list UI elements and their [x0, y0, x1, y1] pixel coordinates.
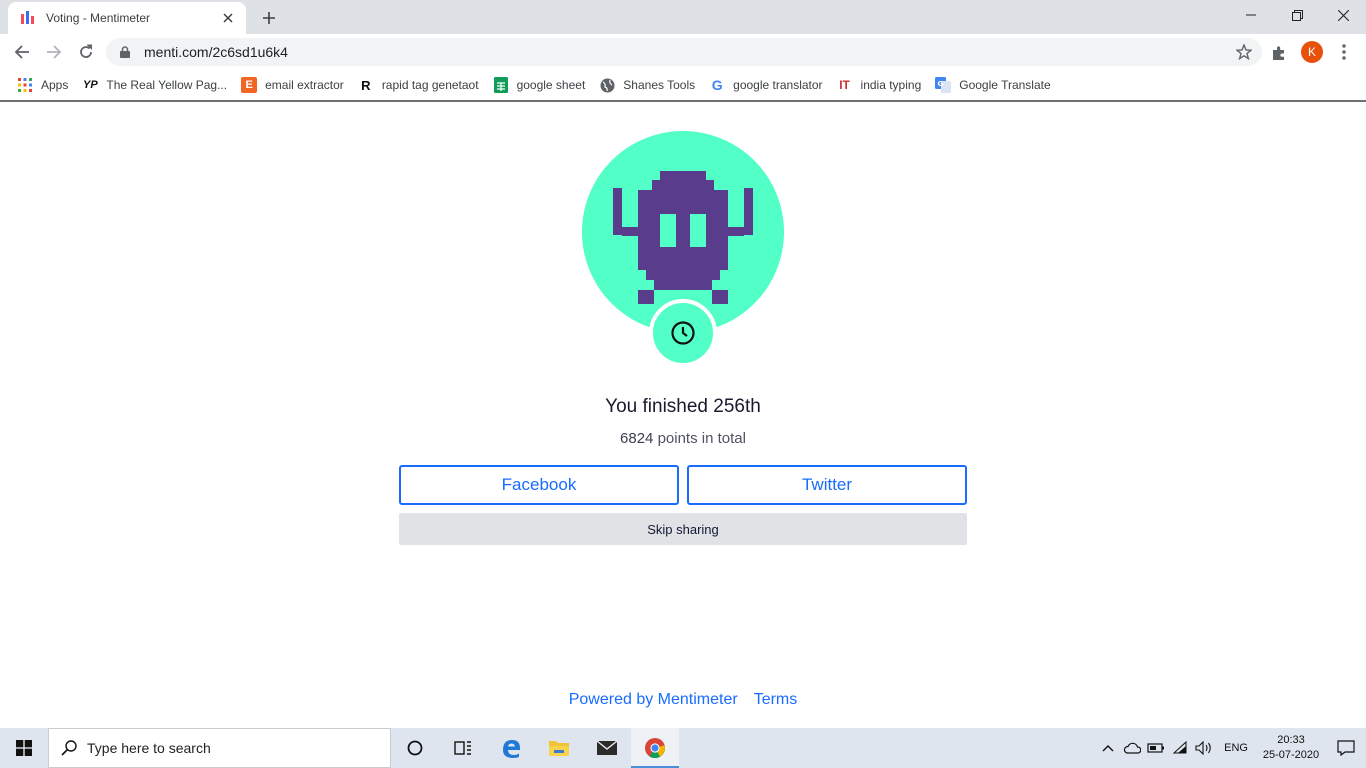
bookmark-google-translator[interactable]: G google translator — [702, 71, 829, 99]
bookmark-label: email extractor — [265, 78, 344, 92]
bookmark-label: Google Translate — [959, 78, 1051, 92]
google-translate-icon: G — [935, 77, 952, 93]
google-g-icon: G — [711, 77, 723, 93]
kebab-menu-icon[interactable] — [1334, 41, 1354, 63]
skip-sharing-button[interactable]: Skip sharing — [399, 513, 967, 545]
rapid-tag-icon: R — [361, 77, 371, 93]
bookmark-label: rapid tag genetaot — [381, 78, 479, 92]
bookmark-apps[interactable]: Apps — [10, 71, 75, 99]
cortana-circle-icon[interactable] — [391, 728, 439, 768]
chevron-up-icon[interactable] — [1096, 728, 1120, 768]
onedrive-cloud-icon[interactable] — [1120, 728, 1144, 768]
clock-time: 20:33 — [1277, 734, 1305, 746]
page-content: You finished 256th 6824 points in total … — [0, 104, 1366, 728]
forward-arrow-icon[interactable] — [40, 38, 68, 66]
browser-toolbar: menti.com/2c6sd1u6k4 K — [0, 34, 1366, 70]
twitter-share-button[interactable]: Twitter — [687, 465, 967, 505]
search-icon — [61, 740, 77, 756]
clock-icon — [671, 321, 695, 345]
close-window-icon[interactable] — [1320, 0, 1366, 30]
battery-icon[interactable] — [1144, 728, 1168, 768]
bookmark-rapid-tag[interactable]: R rapid tag genetaot — [351, 71, 486, 99]
search-placeholder: Type here to search — [87, 740, 211, 756]
notification-center-icon[interactable] — [1326, 728, 1366, 768]
wifi-icon[interactable] — [1168, 728, 1192, 768]
bookmarks-bar: Apps YP The Real Yellow Pag... E email e… — [0, 70, 1366, 102]
profile-avatar[interactable]: K — [1301, 41, 1323, 63]
url-text[interactable]: menti.com/2c6sd1u6k4 — [144, 44, 1232, 60]
bookmark-label: google translator — [733, 78, 823, 92]
volume-icon[interactable] — [1192, 728, 1216, 768]
email-extractor-icon: E — [241, 77, 258, 93]
new-tab-button[interactable] — [258, 7, 280, 29]
india-typing-icon: IT — [839, 78, 850, 92]
windows-start-icon[interactable] — [0, 728, 48, 768]
windows-taskbar: Type here to search ENG 20:33 25-07-2020 — [0, 728, 1366, 768]
chrome-taskbar-icon[interactable] — [631, 728, 679, 768]
back-arrow-icon[interactable] — [8, 38, 36, 66]
window-controls — [1228, 0, 1366, 30]
bookmark-yellow-pages[interactable]: YP The Real Yellow Pag... — [75, 71, 234, 99]
apps-grid-icon — [17, 77, 33, 93]
bookmark-label: Shanes Tools — [623, 78, 696, 92]
taskbar-search-box[interactable]: Type here to search — [48, 728, 391, 768]
edge-browser-icon[interactable] — [487, 728, 535, 768]
bookmark-shanes-tools[interactable]: Shanes Tools — [592, 71, 702, 99]
system-tray: ENG 20:33 25-07-2020 — [1096, 728, 1366, 768]
browser-tab[interactable]: Voting - Mentimeter — [8, 2, 246, 34]
clock-date: 25-07-2020 — [1262, 749, 1320, 761]
file-explorer-icon[interactable] — [535, 728, 583, 768]
close-tab-icon[interactable] — [218, 8, 238, 28]
bookmark-label: india typing — [860, 78, 922, 92]
bookmark-google-translate[interactable]: G Google Translate — [928, 71, 1057, 99]
task-view-icon[interactable] — [439, 728, 487, 768]
globe-icon — [599, 77, 615, 93]
lock-icon[interactable] — [118, 45, 132, 59]
mentimeter-favicon-icon — [20, 10, 36, 26]
points-value: 6824 — [620, 430, 654, 447]
bookmark-google-sheet[interactable]: google sheet — [486, 71, 593, 99]
powered-by-link[interactable]: Powered by Mentimeter — [569, 691, 738, 709]
terms-link[interactable]: Terms — [754, 691, 798, 709]
facebook-share-button[interactable]: Facebook — [399, 465, 679, 505]
bookmark-india-typing[interactable]: IT india typing — [830, 71, 929, 99]
reload-icon[interactable] — [72, 38, 100, 66]
points-total: 6824 points in total — [0, 430, 1366, 447]
restore-icon[interactable] — [1274, 0, 1320, 30]
tab-title: Voting - Mentimeter — [46, 11, 151, 25]
svg-text:G: G — [938, 80, 944, 88]
bookmark-label: google sheet — [516, 78, 586, 92]
extensions-puzzle-icon[interactable] — [1268, 42, 1290, 64]
bookmark-email-extractor[interactable]: E email extractor — [234, 71, 351, 99]
address-bar[interactable]: menti.com/2c6sd1u6k4 — [106, 38, 1262, 66]
clock-badge — [649, 299, 717, 367]
taskbar-clock[interactable]: 20:33 25-07-2020 — [1256, 733, 1326, 763]
bookmark-star-icon[interactable] — [1232, 40, 1256, 64]
mail-icon[interactable] — [583, 728, 631, 768]
google-sheets-icon — [493, 77, 509, 93]
minimize-icon[interactable] — [1228, 0, 1274, 30]
yp-icon: YP — [83, 79, 98, 91]
points-suffix: points in total — [653, 430, 746, 447]
bookmark-label: Apps — [41, 78, 69, 92]
language-indicator[interactable]: ENG — [1216, 742, 1256, 754]
tab-strip: Voting - Mentimeter — [0, 0, 1366, 34]
finish-position-heading: You finished 256th — [605, 396, 761, 417]
page-footer: Powered by Mentimeter Terms — [0, 691, 1366, 709]
bookmark-label: The Real Yellow Pag... — [106, 78, 228, 92]
